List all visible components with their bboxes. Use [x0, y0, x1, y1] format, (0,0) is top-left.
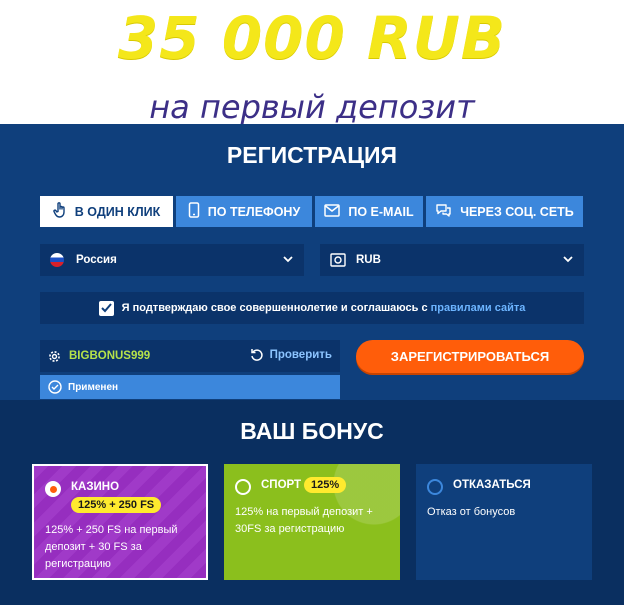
- promo-code-field[interactable]: BIGBONUS999 Проверить: [40, 340, 340, 372]
- tab-email[interactable]: ПО E-MAIL: [315, 196, 423, 227]
- country-value: Россия: [76, 254, 117, 266]
- currency-select[interactable]: RUB: [320, 244, 584, 276]
- phone-icon: [188, 202, 200, 221]
- radio-unselected-icon[interactable]: [235, 479, 251, 495]
- currency-value: RUB: [356, 254, 381, 266]
- bonus-card-decline[interactable]: ОТКАЗАТЬСЯ Отказ от бонусов: [416, 464, 592, 580]
- bonus-description: 125% на первый депозит + 30FS за регистр…: [235, 506, 373, 535]
- tab-social[interactable]: ЧЕРЕЗ СОЦ. СЕТЬ: [426, 196, 583, 227]
- country-select[interactable]: Россия: [40, 244, 304, 276]
- age-agreement: Я подтверждаю свое совершеннолетие и сог…: [40, 292, 584, 324]
- russia-flag-icon: [50, 253, 64, 267]
- promo-code-value: BIGBONUS999: [69, 350, 151, 362]
- chevron-down-icon: [282, 253, 294, 268]
- tab-phone[interactable]: ПО ТЕЛЕФОНУ: [176, 196, 312, 227]
- tab-one-click[interactable]: В ОДИН КЛИК: [40, 196, 173, 227]
- check-circle-icon: [48, 380, 62, 394]
- bonus-card-sport[interactable]: СПОРТ 125% 125% на первый депозит + 30FS…: [224, 464, 400, 580]
- radio-selected-icon[interactable]: [45, 481, 61, 497]
- promo-applied-status: Применен: [40, 375, 340, 399]
- registration-tabs: В ОДИН КЛИК ПО ТЕЛЕФОНУ ПО E-MAIL ЧЕРЕЗ …: [40, 196, 583, 227]
- agreement-text: Я подтверждаю свое совершеннолетие и сог…: [121, 302, 428, 314]
- bonus-title: ВАШ БОНУС: [240, 418, 384, 444]
- bonus-card-title: КАЗИНО: [71, 481, 120, 493]
- radio-unselected-icon[interactable]: [427, 479, 443, 495]
- chat-icon: [435, 203, 452, 221]
- gear-icon: [48, 350, 61, 363]
- mail-icon: [324, 203, 341, 220]
- site-rules-link[interactable]: правилами сайта: [431, 302, 526, 314]
- register-button[interactable]: ЗАРЕГИСТРИРОВАТЬСЯ: [356, 340, 584, 373]
- registration-title: РЕГИСТРАЦИЯ: [226, 142, 398, 168]
- agreement-checkbox[interactable]: [98, 300, 114, 316]
- tab-label: ЧЕРЕЗ СОЦ. СЕТЬ: [460, 204, 574, 219]
- bonus-badge: 125% + 250 FS: [71, 497, 162, 513]
- tab-label: В ОДИН КЛИК: [74, 204, 161, 219]
- bonus-badge: 125%: [304, 477, 347, 493]
- bonus-description: Отказ от бонусов: [427, 506, 516, 518]
- tab-label: ПО ТЕЛЕФОНУ: [207, 204, 301, 219]
- refresh-icon: [250, 348, 264, 362]
- check-label: Проверить: [269, 349, 332, 361]
- bonus-card-casino[interactable]: КАЗИНО 125% + 250 FS 125% + 250 FS на пе…: [32, 464, 208, 580]
- tab-label: ПО E-MAIL: [348, 204, 414, 219]
- bonus-description: 125% + 250 FS на первый депозит + 30 FS …: [45, 524, 178, 570]
- hand-pointer-icon: [53, 202, 67, 221]
- check-promo-button[interactable]: Проверить: [250, 348, 332, 362]
- hero-subtitle: на первый депозит: [149, 88, 475, 126]
- promo-status-text: Применен: [68, 381, 119, 393]
- currency-icon: [330, 253, 346, 267]
- bonus-card-title: ОТКАЗАТЬСЯ: [453, 479, 531, 491]
- hero-amount: 35 000 RUB: [117, 4, 507, 72]
- chevron-down-icon: [562, 253, 574, 268]
- bonus-card-title: СПОРТ: [261, 479, 302, 491]
